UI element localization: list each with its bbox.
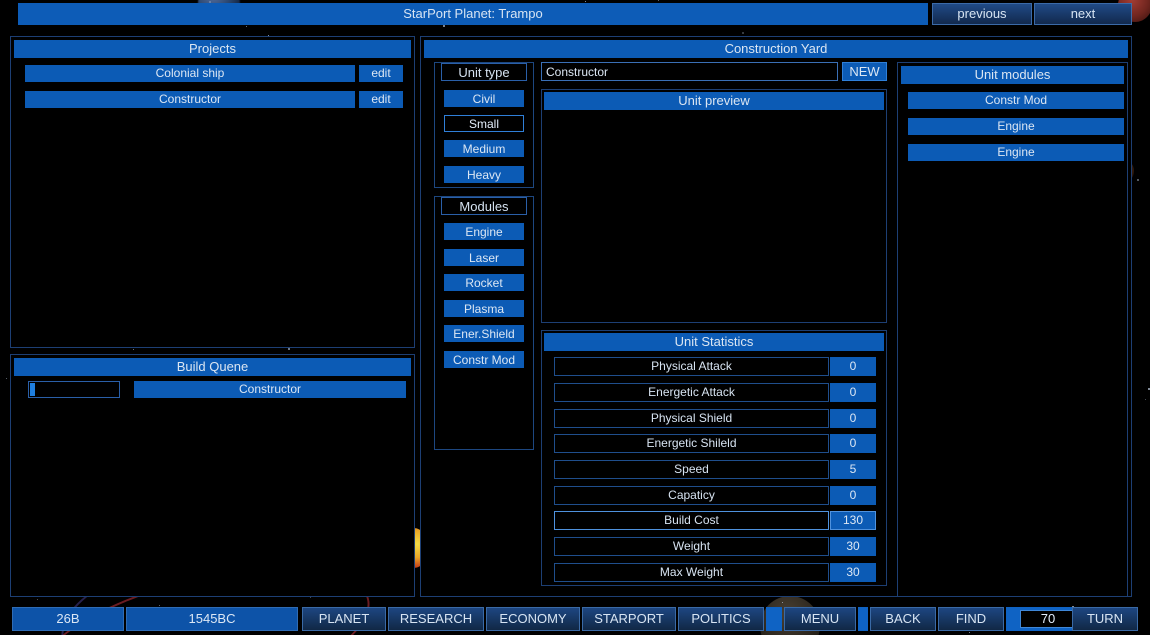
modules-header: Modules [441,197,527,215]
turn-button[interactable]: TURN [1072,607,1138,631]
stat-row-max-weight: Max Weight 30 [554,563,876,582]
nav-economy-button[interactable]: ECONOMY [486,607,580,631]
next-button[interactable]: next [1034,3,1132,25]
unit-type-medium-button[interactable]: Medium [444,140,524,157]
star [6,378,7,379]
stat-value: 30 [830,537,876,556]
stat-label: Capaticy [554,486,829,505]
project-name-constructor[interactable]: Constructor [25,91,355,108]
nav-starport-button[interactable]: STARPORT [582,607,676,631]
star [585,1,586,2]
star [37,599,38,600]
stat-row-build-cost: Build Cost 130 [554,511,876,530]
stat-value: 0 [830,357,876,376]
find-button[interactable]: FIND [938,607,1004,631]
unit-statistics-panel: Unit Statistics Physical Attack 0 Energe… [541,330,887,586]
star [246,26,247,27]
stat-label: Weight [554,537,829,556]
project-name-colonial-ship[interactable]: Colonial ship [25,65,355,82]
stat-value: 5 [830,460,876,479]
project-edit-button-constructor[interactable]: edit [358,91,403,108]
unit-type-small-button[interactable]: Small [444,115,524,132]
stat-row-speed: Speed 5 [554,460,876,479]
construction-yard-header: Construction Yard [424,40,1128,58]
bottom-toolbar: 26B 1545BC PLANET RESEARCH ECONOMY STARP… [0,604,1150,635]
unit-module-engine-2[interactable]: Engine [908,144,1124,161]
stat-label: Energetic Shileld [554,434,829,453]
stat-label: Build Cost [554,511,829,530]
module-rocket-button[interactable]: Rocket [444,274,524,291]
module-constr-mod-button[interactable]: Constr Mod [444,351,524,368]
nav-research-button[interactable]: RESEARCH [388,607,484,631]
module-engine-button[interactable]: Engine [444,223,524,240]
unit-preview-panel: Unit preview [541,89,887,323]
project-edit-button-colonial-ship[interactable]: edit [358,65,403,82]
stat-value: 130 [830,511,876,530]
unit-statistics-header: Unit Statistics [544,333,884,351]
unit-type-civil-button[interactable]: Civil [444,90,524,107]
star [1137,179,1139,181]
stat-label: Physical Attack [554,357,829,376]
build-queue-progress-fill [30,383,35,396]
turn-number-display[interactable]: 70 [1020,610,1076,628]
stat-label: Energetic Attack [554,383,829,402]
stat-row-energetic-attack: Energetic Attack 0 [554,383,876,402]
unit-modules-panel: Unit modules Constr Mod Engine Engine [897,62,1128,597]
nav-planet-button[interactable]: PLANET [302,607,386,631]
unit-module-engine-1[interactable]: Engine [908,118,1124,135]
unit-type-heavy-button[interactable]: Heavy [444,166,524,183]
stat-row-energetic-shield: Energetic Shileld 0 [554,434,876,453]
previous-button[interactable]: previous [932,3,1032,25]
page-title: StarPort Planet: Trampo [18,3,928,25]
stat-value: 0 [830,434,876,453]
stat-row-physical-attack: Physical Attack 0 [554,357,876,376]
star [742,32,744,34]
build-queue-progress-bar [28,381,120,398]
module-energy-shield-button[interactable]: Ener.Shield [444,325,524,342]
stat-row-physical-shield: Physical Shield 0 [554,409,876,428]
stat-row-capacity: Capaticy 0 [554,486,876,505]
stat-value: 30 [830,563,876,582]
projects-panel: Projects Colonial ship edit Constructor … [10,36,415,348]
unit-preview-header: Unit preview [544,92,884,110]
unit-name-input[interactable] [541,62,838,81]
unit-type-header: Unit type [441,63,527,81]
unit-module-constr-mod[interactable]: Constr Mod [908,92,1124,109]
star [133,349,134,350]
menu-button[interactable]: MENU [784,607,856,631]
back-button[interactable]: BACK [870,607,936,631]
stat-label: Max Weight [554,563,829,582]
build-queue-header: Build Quene [14,358,411,376]
toolbar-separator-right [858,607,868,631]
star [288,348,290,350]
stat-value: 0 [830,486,876,505]
module-laser-button[interactable]: Laser [444,249,524,266]
star [443,25,445,27]
star [1145,399,1146,400]
build-queue-item-constructor[interactable]: Constructor [134,381,406,398]
date-display: 1545BC [126,607,298,631]
new-unit-button[interactable]: NEW [842,62,887,81]
stat-value: 0 [830,383,876,402]
star [782,602,783,603]
unit-modules-header: Unit modules [901,66,1124,84]
top-bar: StarPort Planet: Trampo previous next [18,3,1132,25]
star [310,597,311,598]
stat-label: Speed [554,460,829,479]
projects-header: Projects [14,40,411,58]
star [658,0,659,1]
credits-display: 26B [12,607,124,631]
nav-politics-button[interactable]: POLITICS [678,607,764,631]
stat-row-weight: Weight 30 [554,537,876,556]
toolbar-separator-left [766,607,782,631]
stat-value: 0 [830,409,876,428]
module-plasma-button[interactable]: Plasma [444,300,524,317]
stat-label: Physical Shield [554,409,829,428]
